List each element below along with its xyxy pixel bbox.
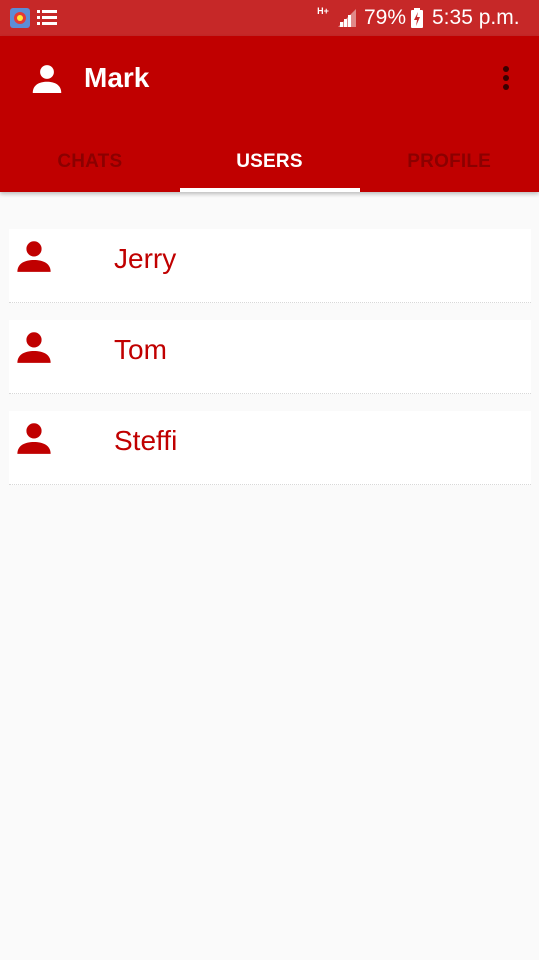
- tab-profile[interactable]: PROFILE: [359, 132, 539, 192]
- list-icon: [37, 10, 57, 25]
- list-item-user-steffi[interactable]: Steffi: [9, 411, 531, 485]
- user-list: Jerry Tom Steffi: [9, 229, 531, 502]
- person-icon: [17, 332, 51, 363]
- signal-icon: [338, 9, 356, 27]
- app-notification-icon: [10, 8, 30, 28]
- battery-charging-icon: [411, 8, 423, 28]
- person-icon: [17, 423, 51, 454]
- more-vert-icon[interactable]: [494, 62, 518, 94]
- app-bar: Mark CHATS USERS PROFILE: [0, 36, 539, 192]
- list-item-user-tom[interactable]: Tom: [9, 320, 531, 394]
- status-bar: H+ 79% 5:35 p.m.: [0, 0, 539, 36]
- user-name: Steffi: [114, 425, 178, 456]
- tab-chats[interactable]: CHATS: [0, 132, 180, 192]
- user-name: Tom: [114, 334, 167, 365]
- status-time: 5:35 p.m.: [432, 6, 520, 29]
- user-name: Jerry: [114, 243, 177, 274]
- tab-bar: CHATS USERS PROFILE: [0, 132, 539, 192]
- person-icon: [17, 241, 51, 272]
- screen: H+ 79% 5:35 p.m. Mark CHATS USERS PROFIL…: [0, 0, 539, 960]
- page-title: Mark: [84, 62, 150, 93]
- list-item-user-jerry[interactable]: Jerry: [9, 229, 531, 303]
- active-tab-indicator: [180, 188, 360, 192]
- person-icon[interactable]: [29, 60, 65, 96]
- battery-percent: 79%: [364, 6, 407, 29]
- tab-users[interactable]: USERS: [180, 132, 360, 192]
- network-type-label: H+: [317, 6, 329, 16]
